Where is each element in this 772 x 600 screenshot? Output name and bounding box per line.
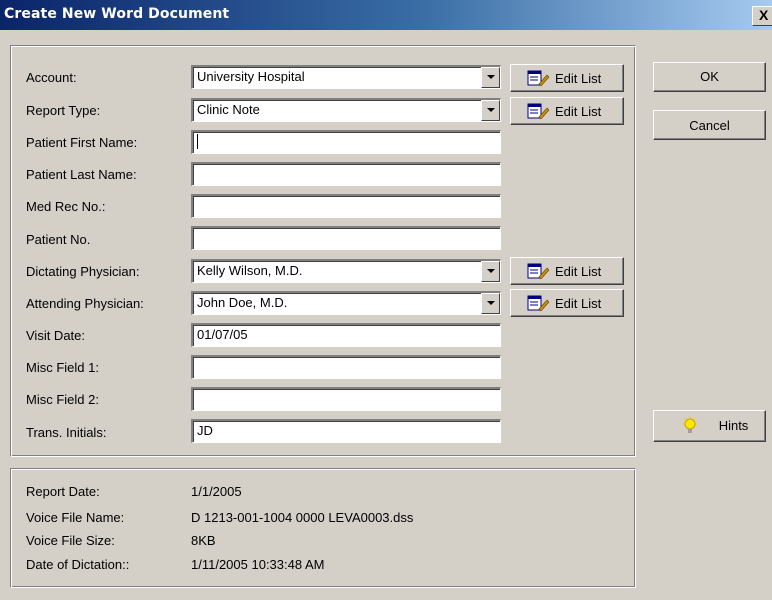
misc-field-1-input[interactable] <box>191 355 501 379</box>
dictating-physician-dropdown-button[interactable] <box>481 261 500 282</box>
voice-file-name-label: Voice File Name: <box>26 510 125 525</box>
trans-initials-input[interactable]: JD <box>191 419 501 443</box>
notepad-pencil-icon <box>527 263 549 280</box>
account-edit-list-button[interactable]: Edit List <box>510 64 624 92</box>
med-rec-no-label: Med Rec No.: <box>26 199 106 214</box>
cancel-button[interactable]: Cancel <box>653 110 766 140</box>
patient-no-label: Patient No. <box>26 232 91 247</box>
chevron-down-icon <box>487 269 495 273</box>
report-type-dropdown[interactable]: Clinic Note <box>191 98 501 122</box>
misc-field-2-input[interactable] <box>191 387 501 411</box>
attending-physician-dropdown-button[interactable] <box>481 293 500 314</box>
lightbulb-icon <box>682 416 698 433</box>
report-type-dropdown-button[interactable] <box>481 100 500 121</box>
hints-button[interactable]: Hints <box>653 410 766 442</box>
window-title: Create New Word Document <box>4 6 230 22</box>
dictating-physician-dropdown[interactable]: Kelly Wilson, M.D. <box>191 259 501 283</box>
attending-physician-label: Attending Physician: <box>26 296 144 311</box>
patient-last-name-label: Patient Last Name: <box>26 167 137 182</box>
visit-date-input[interactable]: 01/07/05 <box>191 323 501 347</box>
chevron-down-icon <box>487 108 495 112</box>
misc-field-1-label: Misc Field 1: <box>26 360 99 375</box>
notepad-pencil-icon <box>527 70 549 87</box>
dictating-physician-edit-list-button[interactable]: Edit List <box>510 257 624 285</box>
attending-physician-value: John Doe, M.D. <box>197 295 288 310</box>
patient-first-name-input[interactable] <box>191 130 501 154</box>
close-icon: X <box>759 7 769 23</box>
report-type-label: Report Type: <box>26 103 101 118</box>
trans-initials-label: Trans. Initials: <box>26 425 107 440</box>
date-of-dictation-label: Date of Dictation:: <box>26 557 130 572</box>
attending-physician-edit-list-button[interactable]: Edit List <box>510 289 624 317</box>
med-rec-no-input[interactable] <box>191 194 501 218</box>
chevron-down-icon <box>487 75 495 79</box>
edit-list-label: Edit List <box>555 71 602 86</box>
attending-physician-dropdown[interactable]: John Doe, M.D. <box>191 291 501 315</box>
report-type-edit-list-button[interactable]: Edit List <box>510 97 624 125</box>
report-date-label: Report Date: <box>26 484 100 499</box>
misc-field-2-label: Misc Field 2: <box>26 392 99 407</box>
title-bar[interactable]: Create New Word Document X <box>0 0 772 30</box>
voice-file-size-label: Voice File Size: <box>26 533 115 548</box>
report-date-value: 1/1/2005 <box>191 484 242 499</box>
chevron-down-icon <box>487 301 495 305</box>
patient-no-input[interactable] <box>191 226 501 250</box>
account-dropdown-button[interactable] <box>481 67 500 88</box>
account-label: Account: <box>26 70 77 85</box>
notepad-pencil-icon <box>527 295 549 312</box>
edit-list-label: Edit List <box>555 104 602 119</box>
dictating-physician-label: Dictating Physician: <box>26 264 140 279</box>
text-cursor <box>197 134 198 149</box>
report-type-value: Clinic Note <box>197 102 260 117</box>
dictating-physician-value: Kelly Wilson, M.D. <box>197 263 303 278</box>
account-value: University Hospital <box>197 69 305 84</box>
edit-list-label: Edit List <box>555 296 602 311</box>
account-dropdown[interactable]: University Hospital <box>191 65 501 89</box>
patient-first-name-label: Patient First Name: <box>26 135 138 150</box>
edit-list-label: Edit List <box>555 264 602 279</box>
close-button[interactable]: X <box>752 6 772 26</box>
patient-last-name-input[interactable] <box>191 162 501 186</box>
voice-file-size-value: 8KB <box>191 533 216 548</box>
date-of-dictation-value: 1/11/2005 10:33:48 AM <box>191 557 325 572</box>
notepad-pencil-icon <box>527 103 549 120</box>
visit-date-label: Visit Date: <box>26 328 86 343</box>
voice-file-name-value: D 1213-001-1004 0000 LEVA0003.dss <box>191 510 414 525</box>
ok-button[interactable]: OK <box>653 62 766 92</box>
